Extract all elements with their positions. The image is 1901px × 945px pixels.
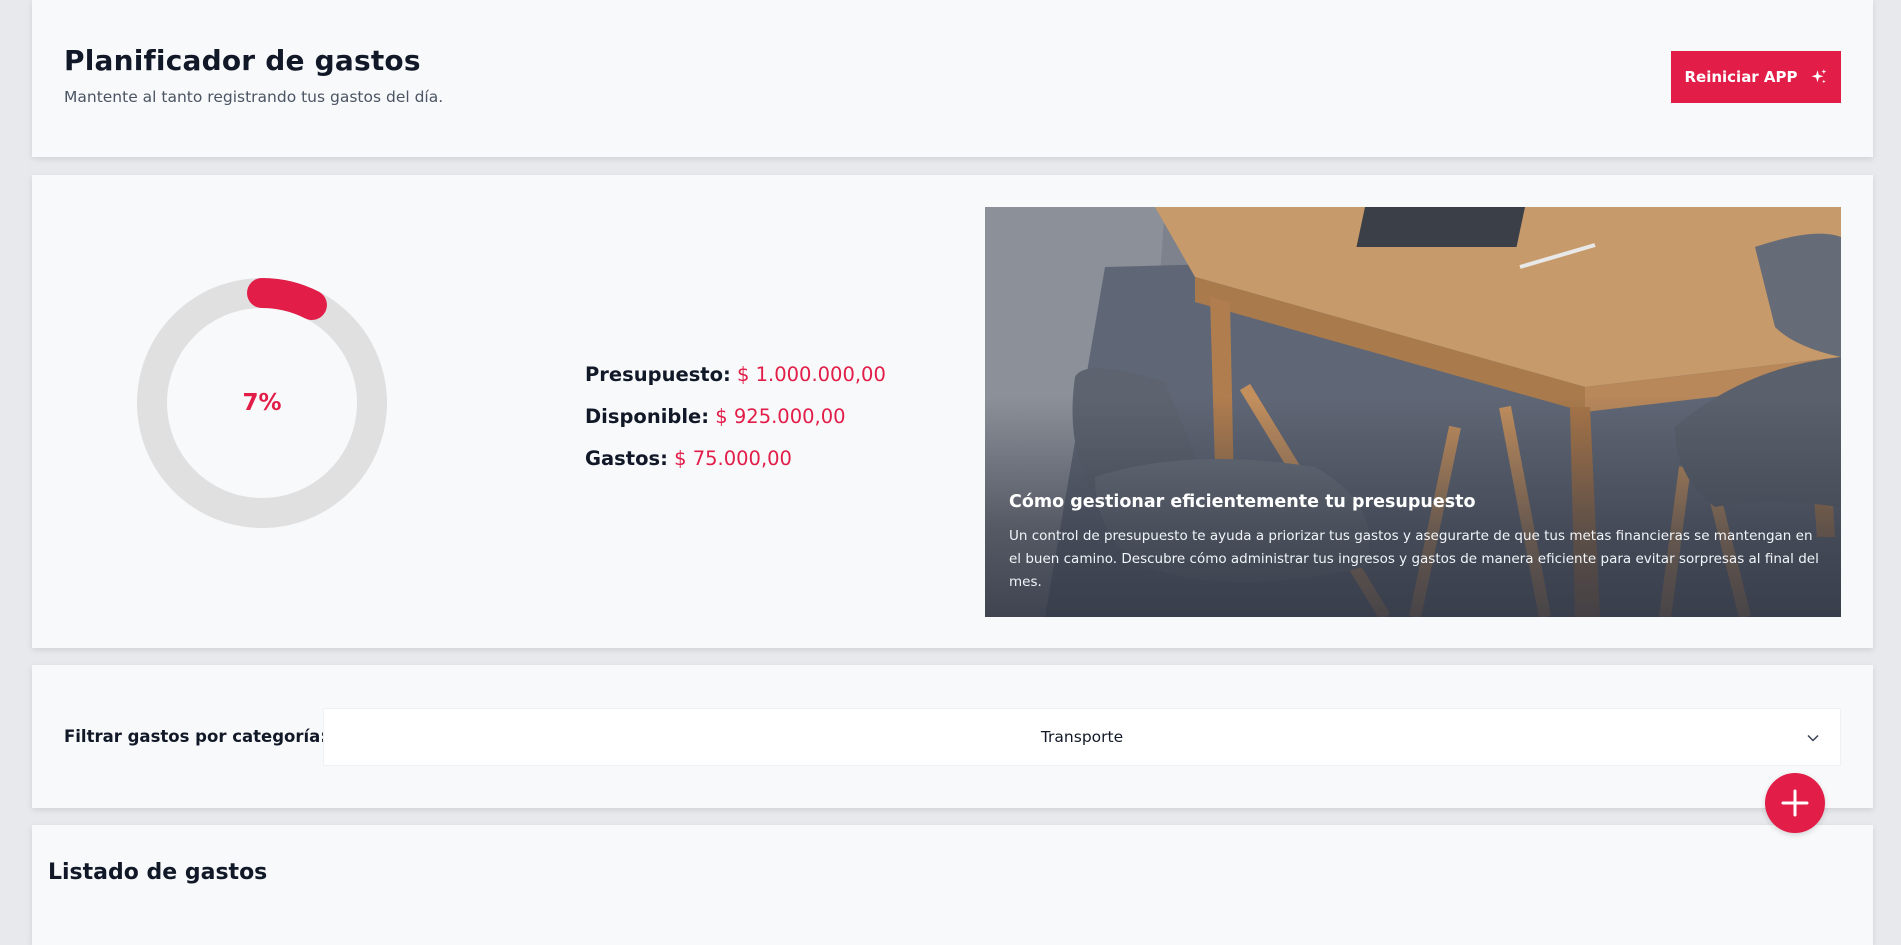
budget-total-value: $ 1.000.000,00: [737, 363, 886, 386]
reset-app-button[interactable]: Reiniciar APP: [1671, 51, 1841, 103]
filter-card: Filtrar gastos por categoría: Transporte: [32, 665, 1873, 808]
promo-title: Cómo gestionar eficientemente tu presupu…: [1009, 492, 1476, 512]
app-title: Planificador de gastos: [64, 44, 421, 77]
budget-available-row: Disponible: $ 925.000,00: [585, 405, 886, 428]
chevron-down-icon: [1807, 734, 1819, 742]
budget-stats: Presupuesto: $ 1.000.000,00 Disponible: …: [585, 363, 886, 489]
budget-total-row: Presupuesto: $ 1.000.000,00: [585, 363, 886, 386]
header-card: Planificador de gastos Mantente al tanto…: [32, 0, 1873, 157]
promo-text: Un control de presupuesto te ayuda a pri…: [1009, 528, 1819, 590]
promo-card: Cómo gestionar eficientemente tu presupu…: [985, 207, 1841, 617]
category-filter-value: Transporte: [1040, 728, 1124, 746]
filter-label: Filtrar gastos por categoría:: [64, 727, 327, 746]
budget-spent-value: $ 75.000,00: [674, 447, 792, 470]
add-expense-button[interactable]: [1765, 773, 1825, 833]
plus-icon: [1781, 789, 1809, 817]
budget-available-label: Disponible:: [585, 405, 710, 428]
budget-progress-ring: 7%: [137, 278, 387, 528]
budget-spent-label: Gastos:: [585, 447, 668, 470]
sparkles-icon: [1811, 69, 1826, 84]
expense-list-title: Listado de gastos: [48, 860, 268, 885]
budget-spent-row: Gastos: $ 75.000,00: [585, 447, 886, 470]
budget-card: 7% Presupuesto: $ 1.000.000,00 Disponibl…: [32, 175, 1873, 648]
budget-available-value: $ 925.000,00: [715, 405, 846, 428]
app-subtitle: Mantente al tanto registrando tus gastos…: [64, 88, 444, 106]
category-filter-select[interactable]: Transporte: [323, 708, 1841, 766]
progress-percent: 7%: [242, 390, 282, 416]
budget-total-label: Presupuesto:: [585, 363, 731, 386]
reset-app-label: Reiniciar APP: [1684, 68, 1798, 86]
expense-list-card: Listado de gastos: [32, 825, 1873, 945]
